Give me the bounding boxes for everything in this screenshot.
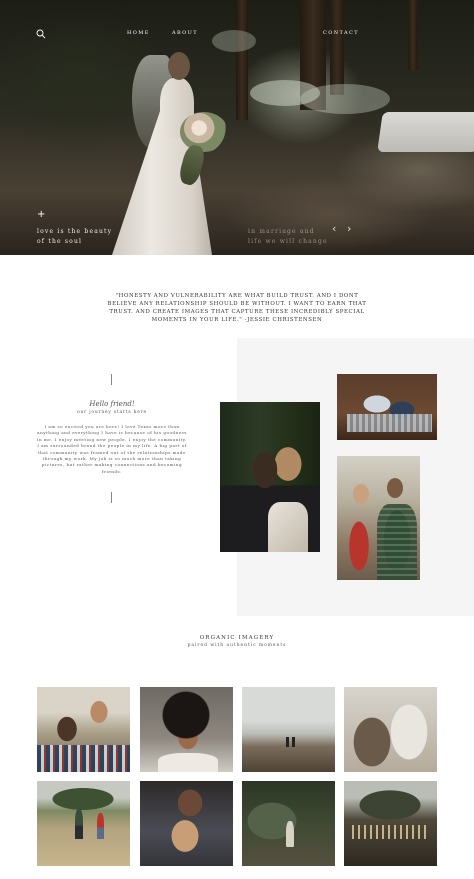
bride-head — [168, 52, 190, 80]
chevron-right-icon[interactable]: › — [347, 222, 351, 235]
hero-banner: HOME ABOUT CONTACT + love is the beauty … — [0, 0, 474, 255]
gallery-image[interactable] — [242, 781, 335, 866]
main-nav: HOME ABOUT CONTACT — [0, 29, 474, 41]
chevron-left-icon[interactable]: ‹ — [332, 222, 336, 235]
bouquet — [180, 112, 228, 152]
nav-home[interactable]: HOME — [127, 30, 150, 36]
organic-imagery-subtitle: paired with authentic moments — [187, 643, 287, 648]
testimonial-quote: "HONESTY AND VULNERABILITY ARE WHAT BUIL… — [107, 293, 367, 323]
about-greeting: Hello friend! — [89, 400, 135, 408]
gallery-image[interactable] — [344, 687, 437, 772]
couple-photo-blanket — [337, 374, 437, 440]
tree-trunk — [236, 0, 248, 120]
hero-caption-2: a stroke of light — [142, 234, 188, 251]
nav-contact[interactable]: CONTACT — [323, 30, 359, 36]
hero-caption-3: in marriage and life we will change — [248, 228, 328, 245]
couple-photo-forest — [220, 402, 320, 552]
about-subtitle: our journey starts here — [77, 410, 147, 415]
gallery-image[interactable] — [344, 781, 437, 866]
gallery-image[interactable] — [140, 687, 233, 772]
gallery-image[interactable] — [140, 781, 233, 866]
divider-line — [111, 374, 112, 385]
couple-photo-embrace — [337, 456, 420, 580]
search-icon[interactable] — [36, 29, 46, 39]
hero-caption-1: love is the beauty of the soul — [37, 228, 113, 245]
divider-line — [111, 492, 112, 503]
gallery-image[interactable] — [37, 781, 130, 866]
tree-trunk — [330, 0, 344, 95]
gallery-image[interactable] — [37, 687, 130, 772]
forest-path — [377, 112, 474, 152]
nav-about[interactable]: ABOUT — [172, 30, 198, 36]
gallery-image[interactable] — [242, 687, 335, 772]
fern-foliage — [300, 84, 390, 114]
about-body-text: I am so excited you are here! I love Tex… — [37, 424, 187, 474]
organic-imagery-title: ORGANIC IMAGERY — [199, 635, 275, 641]
plus-icon[interactable]: + — [37, 210, 45, 220]
